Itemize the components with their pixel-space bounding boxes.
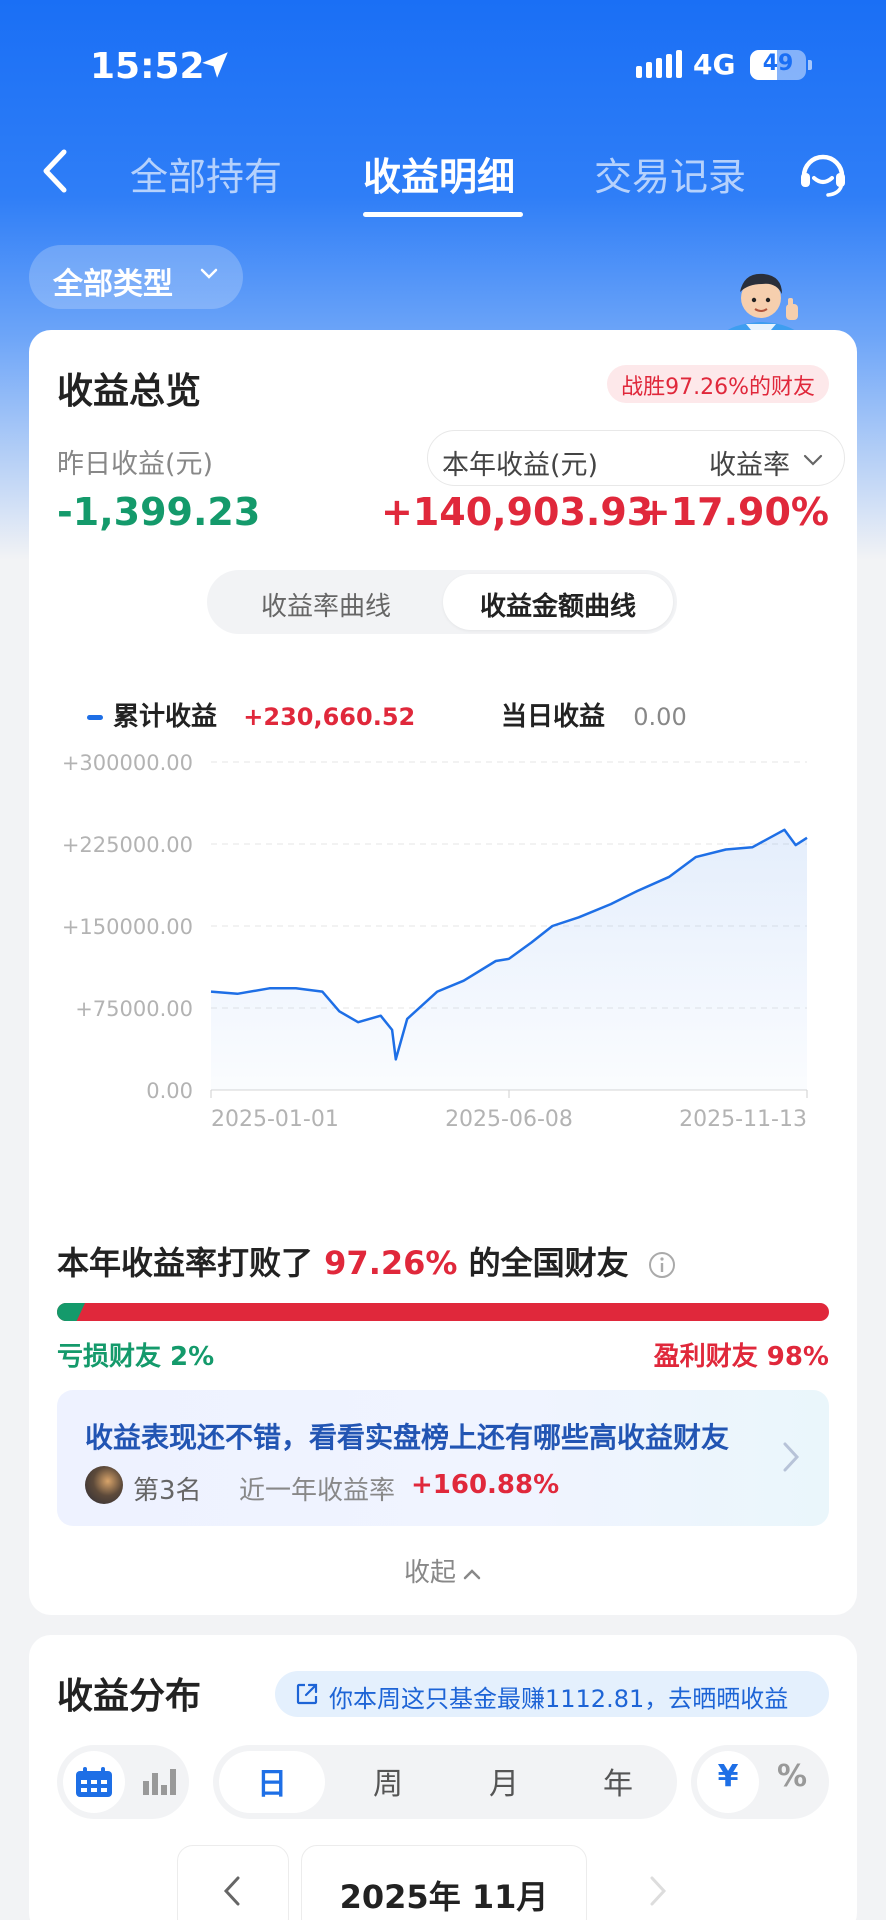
- profit-ratio-label: 盈利财友 98%: [653, 1342, 829, 1372]
- battery-level: 49: [762, 51, 794, 76]
- bar-chart-icon[interactable]: [141, 1767, 177, 1797]
- chevron-down-icon: [803, 454, 823, 466]
- return-rate-value: +17.90%: [638, 490, 829, 534]
- earnings-distribution-card: 收益分布 你本周这只基金最赚1112.81，去晒晒收益 日 周 月 年 ¥ % …: [29, 1635, 857, 1920]
- status-time: 15:52: [90, 46, 205, 87]
- legend-cumulative: 累计收益 +230,660.52: [87, 696, 415, 733]
- overview-title: 收益总览: [57, 371, 202, 412]
- promo-title: 收益表现还不错，看看实盘榜上还有哪些高收益财友: [85, 1421, 730, 1454]
- share-text: 你本周这只基金最赚1112.81，去晒晒收益: [329, 1685, 789, 1713]
- year-earnings-label: 本年收益(元): [442, 450, 599, 481]
- type-filter-dropdown[interactable]: 全部类型: [29, 245, 243, 309]
- period-week[interactable]: 周: [335, 1759, 441, 1803]
- unit-currency[interactable]: ¥: [697, 1759, 759, 1794]
- collapse-button[interactable]: 收起: [29, 1552, 857, 1589]
- cumulative-earnings-chart: +300000.00 +225000.00 +150000.00 +75000.00 0…: [62, 751, 808, 1132]
- view-mode-toggle: [57, 1745, 189, 1819]
- y-tick-label: +150000.00: [62, 915, 193, 939]
- legend-cumulative-value: +230,660.52: [243, 703, 416, 731]
- next-month-button[interactable]: [603, 1845, 715, 1920]
- yesterday-earnings-value: -1,399.23: [57, 490, 261, 534]
- x-tick-label: 2025-06-08: [445, 1107, 573, 1132]
- year-earnings-selector[interactable]: 本年收益(元) 收益率: [427, 430, 845, 486]
- type-filter-label: 全部类型: [53, 267, 173, 302]
- earnings-overview-card: 收益总览 战胜97.26%的财友 昨日收益(元) -1,399.23 本年收益(…: [29, 330, 857, 1615]
- promo-rate-label: 近一年收益率: [239, 1476, 396, 1506]
- legend-swatch: [87, 715, 103, 720]
- x-tick-label: 2025-01-01: [211, 1107, 339, 1132]
- loss-ratio-label: 亏损财友 2%: [57, 1342, 215, 1372]
- share-earnings-button[interactable]: 你本周这只基金最赚1112.81，去晒晒收益: [275, 1671, 829, 1717]
- y-tick-label: +300000.00: [62, 751, 193, 775]
- prev-month-button[interactable]: [177, 1845, 289, 1920]
- network-type: 4G: [693, 48, 736, 81]
- legend-daily: 当日收益 0.00: [501, 696, 687, 733]
- avatar: [85, 1466, 123, 1504]
- calendar-icon[interactable]: [72, 1767, 116, 1799]
- chevron-left-icon: [223, 1876, 240, 1906]
- promo-rank: 第3名: [133, 1476, 202, 1506]
- period-day[interactable]: 日: [219, 1759, 325, 1803]
- tab-transactions[interactable]: 交易记录: [594, 146, 746, 201]
- legend-daily-label: 当日收益: [501, 702, 606, 732]
- location-arrow-icon: [202, 52, 228, 78]
- legend-daily-value: 0.00: [633, 703, 687, 731]
- x-tick-label: 2025-11-13: [679, 1107, 807, 1132]
- y-tick-label: 0.00: [146, 1079, 193, 1103]
- month-label: 2025年 11月: [301, 1845, 587, 1920]
- loss-portion: [57, 1303, 85, 1321]
- leaderboard-promo-banner[interactable]: 收益表现还不错，看看实盘榜上还有哪些高收益财友 第3名 近一年收益率 +160.…: [57, 1390, 829, 1526]
- y-tick-label: +75000.00: [75, 997, 193, 1021]
- period-toggle: 日 周 月 年: [213, 1745, 677, 1819]
- info-icon[interactable]: [648, 1251, 676, 1279]
- chevron-right-icon: [783, 1442, 800, 1472]
- legend-cumulative-label: 累计收益: [113, 702, 218, 732]
- period-year[interactable]: 年: [565, 1759, 671, 1803]
- tab-holdings[interactable]: 全部持有: [130, 146, 282, 201]
- period-month[interactable]: 月: [451, 1759, 557, 1803]
- signal-icon: [636, 50, 686, 78]
- tab-active-indicator: [363, 212, 523, 217]
- top-nav: 全部持有 收益明细 交易记录: [0, 130, 886, 220]
- yesterday-earnings-label: 昨日收益(元): [57, 449, 214, 480]
- beat-suffix: 的全国财友: [468, 1244, 629, 1282]
- tab-return-rate-curve[interactable]: 收益率曲线: [211, 574, 441, 630]
- tab-earnings-detail[interactable]: 收益明细: [363, 146, 515, 201]
- year-earnings-value: +140,903.93: [381, 490, 654, 534]
- battery-icon: 49: [750, 50, 812, 80]
- return-rate-label: 收益率: [709, 450, 790, 481]
- y-tick-label: +225000.00: [62, 833, 193, 857]
- tab-amount-curve[interactable]: 收益金额曲线: [443, 574, 673, 630]
- profit-loss-ratio-bar: [57, 1303, 829, 1321]
- unit-percent[interactable]: %: [761, 1759, 823, 1794]
- win-rate-badge: 战胜97.26%的财友: [607, 365, 829, 403]
- unit-toggle: ¥ %: [691, 1745, 829, 1819]
- curve-type-toggle: 收益率曲线 收益金额曲线: [207, 570, 677, 634]
- customer-service-icon[interactable]: [796, 146, 850, 200]
- beat-percentage: 97.26%: [324, 1244, 458, 1282]
- collapse-label: 收起: [403, 1558, 456, 1588]
- chevron-right-icon: [650, 1876, 667, 1906]
- share-icon: [296, 1683, 318, 1705]
- beat-percentage-text: 本年收益率打败了 97.26% 的全国财友: [57, 1238, 676, 1284]
- promo-rate-value: +160.88%: [411, 1470, 560, 1500]
- chevron-up-icon: [463, 1568, 481, 1579]
- beat-prefix: 本年收益率打败了: [57, 1244, 314, 1282]
- back-arrow-icon[interactable]: [36, 148, 76, 194]
- distribution-title: 收益分布: [57, 1676, 202, 1717]
- chevron-down-icon: [200, 268, 218, 279]
- status-bar: 15:52 4G 49: [0, 40, 886, 90]
